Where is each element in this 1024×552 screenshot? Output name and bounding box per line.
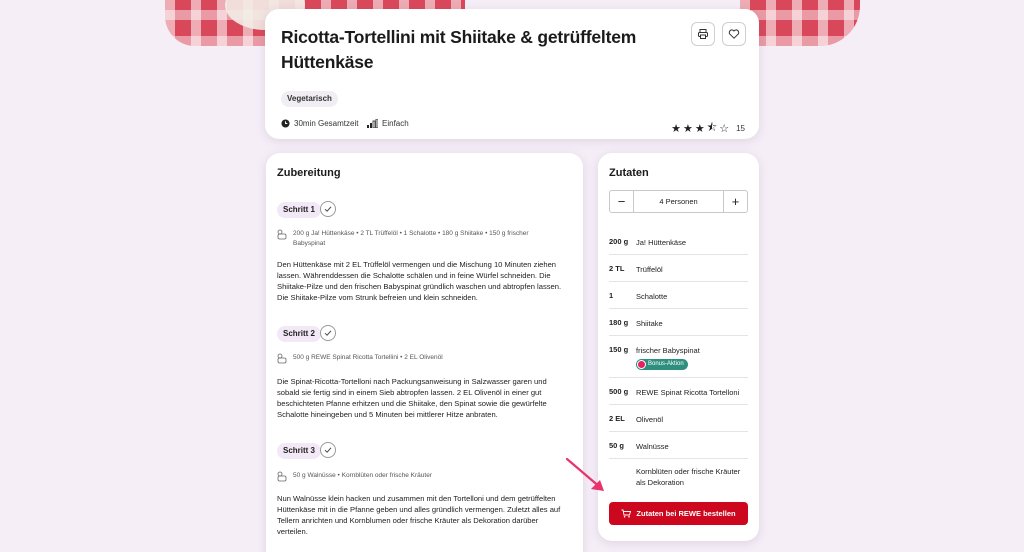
step-badge: Schritt 3	[277, 443, 322, 459]
ingredient-qty: 2 TL	[609, 264, 625, 273]
step-text: Nun Walnüsse klein hacken und zusammen m…	[277, 494, 561, 536]
ingredients-icon	[277, 353, 287, 364]
ingredients-card: Zutaten − 4 Personen + 200 g Ja! Hüttenk…	[598, 153, 759, 541]
ingredient-qty: 200 g	[609, 237, 629, 246]
ingredient-name: Schalotte	[636, 292, 668, 301]
ingredient-qty: 150 g	[609, 345, 629, 354]
increase-servings-button[interactable]: +	[724, 191, 747, 212]
plus-icon: +	[731, 194, 740, 209]
step-badge: Schritt 1	[277, 202, 322, 218]
ingredients-icon	[277, 471, 287, 482]
difficulty-label: Einfach	[382, 119, 409, 128]
step-check-button[interactable]	[320, 325, 336, 341]
step-text: Den Hüttenkäse mit 2 EL Trüffelöl vermen…	[277, 260, 562, 302]
print-icon	[698, 29, 708, 39]
difficulty-icon	[367, 119, 378, 128]
rating-count: 15	[736, 124, 745, 133]
minus-icon: −	[617, 194, 626, 209]
step-ingredients-text: 500 g REWE Spinat Ricotta Tortellini • 2…	[293, 354, 443, 361]
star-icon: ★	[694, 123, 705, 135]
preparation-card: Zubereitung Schritt 1 200 g Ja! Hüttenkä…	[266, 153, 583, 552]
recipe-title: Ricotta-Tortellini mit Shiitake & getrüf…	[281, 27, 637, 72]
step-ingredients: 500 g REWE Spinat Ricotta Tortellini • 2…	[277, 353, 533, 364]
order-ingredients-button[interactable]: Zutaten bei REWE bestellen	[609, 502, 748, 525]
ingredient-row: 2 EL Olivenöl	[609, 404, 748, 431]
star-icon: ★	[683, 123, 693, 135]
servings-value: 4 Personen	[633, 191, 724, 212]
bonus-icon	[637, 360, 646, 369]
order-button-label: Zutaten bei REWE bestellen	[636, 509, 736, 518]
step-check-button[interactable]	[320, 442, 336, 458]
ingredient-row: 150 g frischer Babyspinat Bonus-Aktion	[609, 335, 748, 377]
ingredient-row: 500 g REWE Spinat Ricotta Tortelloni	[609, 377, 748, 404]
total-time-label: 30min Gesamtzeit	[294, 119, 359, 128]
bonus-label: Bonus-Aktion	[648, 361, 684, 367]
ingredient-row: 50 g Walnüsse	[609, 431, 748, 458]
step-badge: Schritt 2	[277, 326, 322, 342]
check-icon	[324, 206, 332, 212]
clock-icon	[281, 119, 290, 128]
ingredient-row: 2 TL Trüffelöl	[609, 254, 748, 281]
star-icon: ★	[671, 123, 682, 135]
ingredient-name: Shiitake	[636, 319, 663, 328]
servings-stepper: − 4 Personen +	[609, 190, 748, 213]
bonus-badge[interactable]: Bonus-Aktion	[636, 359, 688, 370]
recipe-header-card: Ricotta-Tortellini mit Shiitake & getrüf…	[265, 9, 759, 139]
step-ingredients: 50 g Walnüsse • Kornblüten oder frische …	[277, 471, 533, 482]
check-icon	[324, 447, 332, 453]
ingredients-heading: Zutaten	[609, 167, 649, 179]
ingredient-row: 180 g Shiitake	[609, 308, 748, 335]
step-check-button[interactable]	[320, 201, 336, 217]
ingredient-qty: 50 g	[609, 441, 625, 450]
step-ingredients-text: 200 g Ja! Hüttenkäse • 2 TL Trüffelöl • …	[293, 230, 529, 247]
ingredient-qty: 2 EL	[609, 414, 625, 423]
decrease-servings-button[interactable]: −	[610, 191, 633, 212]
ingredient-name: REWE Spinat Ricotta Tortelloni	[636, 388, 740, 397]
step-ingredients-text: 50 g Walnüsse • Kornblüten oder frische …	[293, 472, 432, 479]
ingredient-qty: 500 g	[609, 387, 629, 396]
difficulty: Einfach	[367, 119, 409, 128]
ingredient-row: Kornblüten oder frische Kräuter als Deko…	[609, 458, 748, 492]
star-half-icon: ⯪	[706, 122, 718, 134]
ingredient-row: 200 g Ja! Hüttenkäse	[609, 227, 748, 254]
favorite-button[interactable]	[722, 22, 746, 46]
star-empty-icon: ☆	[719, 123, 730, 135]
step-ingredients: 200 g Ja! Hüttenkäse • 2 TL Trüffelöl • …	[277, 229, 533, 249]
ingredient-name: Walnüsse	[636, 442, 669, 451]
heart-icon	[728, 29, 740, 39]
ingredient-name: Trüffelöl	[636, 265, 663, 274]
ingredient-qty: 1	[609, 291, 614, 300]
total-time: 30min Gesamtzeit	[281, 119, 358, 128]
ingredients-icon	[277, 229, 287, 240]
preparation-heading: Zubereitung	[277, 167, 341, 179]
rating[interactable]: ★ ★ ★ ⯪ ☆ 15	[671, 119, 745, 138]
ingredient-name: Kornblüten oder frische Kräuter als Deko…	[636, 467, 741, 487]
ingredient-qty: 180 g	[609, 318, 629, 327]
annotation-arrow-icon	[565, 457, 604, 491]
ingredient-name: Olivenöl	[636, 415, 664, 424]
tag-vegetarian[interactable]: Vegetarisch	[281, 91, 338, 107]
cart-icon	[621, 509, 632, 518]
ingredient-name: frischer Babyspinat	[636, 346, 700, 355]
ingredient-name-wrap: frischer Babyspinat Bonus-Aktion	[636, 345, 748, 372]
print-button[interactable]	[691, 22, 715, 46]
ingredient-name: Ja! Hüttenkäse	[636, 238, 687, 247]
check-icon	[324, 330, 332, 336]
step-text: Die Spinat-Ricotta-Tortelloni nach Packu…	[277, 377, 547, 419]
ingredient-row: 1 Schalotte	[609, 281, 748, 308]
